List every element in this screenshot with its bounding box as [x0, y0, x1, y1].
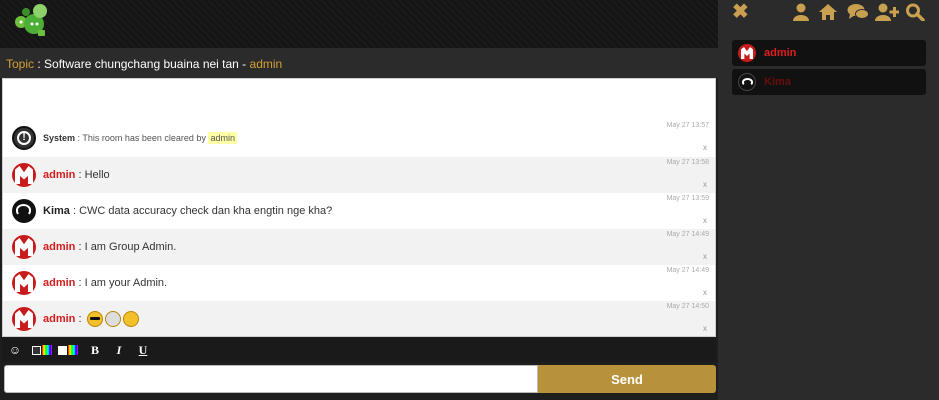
message-text: This room has been cleared by — [82, 133, 209, 143]
message-input[interactable] — [4, 365, 538, 393]
message-time: May 27 14:49 — [666, 231, 709, 238]
message-text: I am Group Admin. — [84, 241, 177, 253]
admin-avatar[interactable] — [12, 307, 36, 331]
chat-message: ! System : This room has been cleared by… — [3, 120, 715, 156]
header — [0, 0, 718, 48]
chat-logo-icon — [15, 4, 47, 36]
admin-avatar[interactable] — [12, 271, 36, 295]
sidebar: ✖ admin Kima — [718, 0, 939, 400]
text-color-button[interactable] — [32, 342, 52, 358]
topic-dash: - — [238, 57, 250, 71]
color-palette-icon — [68, 345, 78, 355]
chat-log[interactable]: ! System : This room has been cleared by… — [2, 78, 716, 337]
message-time: May 27 13:58 — [666, 159, 709, 166]
user-name: admin — [764, 47, 797, 59]
format-toolbar: ☺ B I U — [2, 338, 716, 362]
sunglasses-emoji-icon — [86, 311, 103, 327]
admin-avatar — [738, 44, 756, 62]
pen-icon — [32, 345, 41, 355]
message-text: CWC data accuracy check dan kha engtin n… — [79, 205, 333, 217]
message-time: May 27 13:59 — [666, 195, 709, 202]
message-time: May 27 14:49 — [666, 267, 709, 274]
message-author[interactable]: Kima — [43, 205, 70, 217]
bold-button[interactable]: B — [88, 342, 102, 358]
topic-bar: Topic : Software chungchang buaina nei t… — [0, 48, 718, 78]
delete-message-button[interactable]: x — [703, 180, 707, 189]
topic-title: Software chungchang buaina nei tan — [44, 57, 239, 71]
delete-message-button[interactable]: x — [703, 288, 707, 297]
message-author[interactable]: admin — [43, 169, 75, 181]
italic-button[interactable]: I — [112, 342, 126, 358]
message-body: System : This room has been cleared by a… — [43, 132, 237, 144]
delete-message-button[interactable]: x — [703, 324, 707, 333]
profile-icon[interactable] — [792, 3, 810, 21]
message-time: May 27 13:57 — [666, 122, 709, 129]
highlighted-user: admin — [208, 132, 237, 144]
dizzy-emoji-icon — [104, 311, 121, 327]
message-author: System — [43, 133, 76, 143]
message-text: I am your Admin. — [84, 277, 168, 289]
delete-message-button[interactable]: x — [703, 216, 707, 225]
chat-message: admin : Hello May 27 13:58 x — [3, 157, 715, 193]
message-body: admin : I am your Admin. — [43, 277, 168, 289]
admin-avatar[interactable] — [12, 163, 36, 187]
message-author[interactable]: admin — [43, 277, 75, 289]
user-list-item[interactable]: admin — [732, 40, 926, 66]
message-author[interactable]: admin — [43, 313, 75, 325]
grin-emoji-icon — [122, 311, 139, 327]
kima-avatar[interactable] — [12, 199, 36, 223]
add-user-icon[interactable] — [875, 3, 899, 21]
underline-button[interactable]: U — [136, 342, 150, 358]
close-icon[interactable]: ✖ — [732, 2, 749, 22]
kima-avatar — [738, 73, 756, 91]
delete-message-button[interactable]: x — [703, 252, 707, 261]
emoji-button[interactable]: ☺ — [8, 342, 22, 358]
user-name: Kima — [764, 76, 791, 88]
message-author[interactable]: admin — [43, 241, 75, 253]
home-icon[interactable] — [818, 3, 838, 21]
message-body: admin : Hello — [43, 169, 110, 181]
topic-label: Topic — [6, 57, 35, 71]
system-avatar: ! — [12, 126, 36, 150]
message-body: admin : — [43, 311, 139, 327]
chat-message: admin : I am Group Admin. May 27 14:49 x — [3, 229, 715, 265]
chat-message: admin : I am your Admin. May 27 14:49 x — [3, 265, 715, 301]
search-icon[interactable] — [905, 3, 925, 21]
topic-owner: admin — [249, 57, 283, 71]
edit-icon — [58, 345, 67, 355]
message-body: Kima : CWC data accuracy check dan kha e… — [43, 205, 333, 217]
topic-sep: : — [34, 57, 45, 71]
user-list-item[interactable]: Kima — [732, 69, 926, 95]
admin-avatar[interactable] — [12, 235, 36, 259]
delete-message-button[interactable]: x — [703, 143, 707, 152]
chat-message: admin : May 27 14:50 x — [3, 301, 715, 336]
send-button[interactable]: Send — [538, 365, 716, 393]
message-text: Hello — [84, 169, 110, 181]
chat-message: Kima : CWC data accuracy check dan kha e… — [3, 193, 715, 229]
background-color-button[interactable] — [58, 342, 78, 358]
rooms-icon[interactable] — [847, 3, 869, 21]
message-body: admin : I am Group Admin. — [43, 241, 177, 253]
message-time: May 27 14:50 — [666, 303, 709, 310]
color-palette-icon — [42, 345, 52, 355]
